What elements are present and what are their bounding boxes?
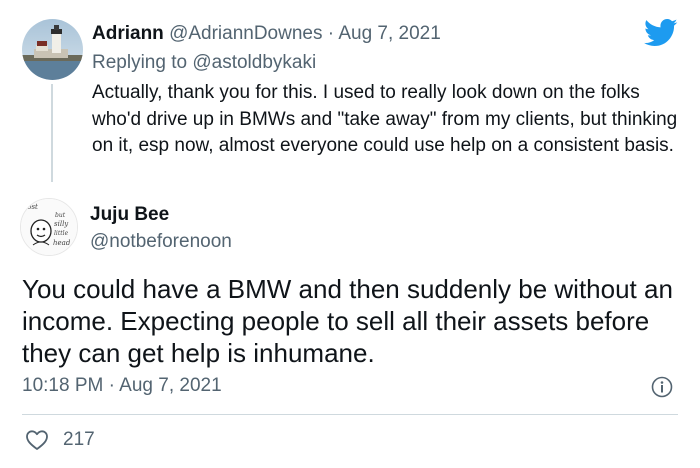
main-tweet-date: Aug 7, 2021 — [119, 375, 222, 396]
main-author-avatar[interactable]: lost but silly little head — [20, 198, 78, 256]
replying-to-prefix: Replying to — [92, 52, 188, 73]
main-tweet-separator: · — [108, 375, 115, 396]
reply-separator: · — [327, 23, 335, 44]
doodle-face-avatar: lost but silly little head — [21, 199, 77, 255]
main-tweet-time: 10:18 PM — [22, 375, 104, 396]
reply-author-handle[interactable]: @AdriannDownes — [169, 23, 322, 44]
reply-author-avatar[interactable] — [22, 19, 83, 80]
info-icon[interactable] — [651, 376, 673, 398]
thread-connector-line — [51, 84, 53, 182]
twitter-bird-icon-svg — [644, 18, 678, 47]
replying-to-line: Replying to @astoldbykaki — [92, 51, 316, 75]
main-tweet-timestamp[interactable]: 10:18 PM · Aug 7, 2021 — [22, 374, 222, 398]
heart-icon-svg — [26, 430, 48, 450]
avatar-doodle-word-silly: silly — [54, 220, 69, 228]
reply-tweet-text: Actually, thank you for this. I used to … — [92, 82, 678, 156]
like-count: 217 — [63, 429, 95, 450]
main-tweet-text: You could have a BMW and then suddenly b… — [22, 274, 673, 368]
main-author-handle[interactable]: @notbeforenoon — [90, 230, 232, 254]
twitter-bird-icon[interactable] — [644, 18, 678, 48]
avatar-doodle-word-but: but — [55, 212, 66, 219]
replying-to-handle[interactable]: @astoldbykaki — [192, 52, 316, 73]
info-icon-svg — [651, 376, 673, 398]
reply-author-name[interactable]: Adriann — [92, 23, 164, 44]
lighthouse-avatar-image — [22, 19, 83, 80]
main-author-name[interactable]: Juju Bee — [90, 203, 169, 227]
avatar-doodle-word-head: head — [53, 239, 71, 247]
heart-icon[interactable] — [25, 429, 49, 451]
avatar-doodle-word-lost: lost — [25, 203, 38, 211]
avatar-doodle-word-little: little — [54, 230, 69, 237]
engagement-divider — [22, 414, 678, 415]
reply-header: Adriann @AdriannDownes · Aug 7, 2021 — [92, 22, 441, 46]
reply-date[interactable]: Aug 7, 2021 — [338, 23, 440, 44]
